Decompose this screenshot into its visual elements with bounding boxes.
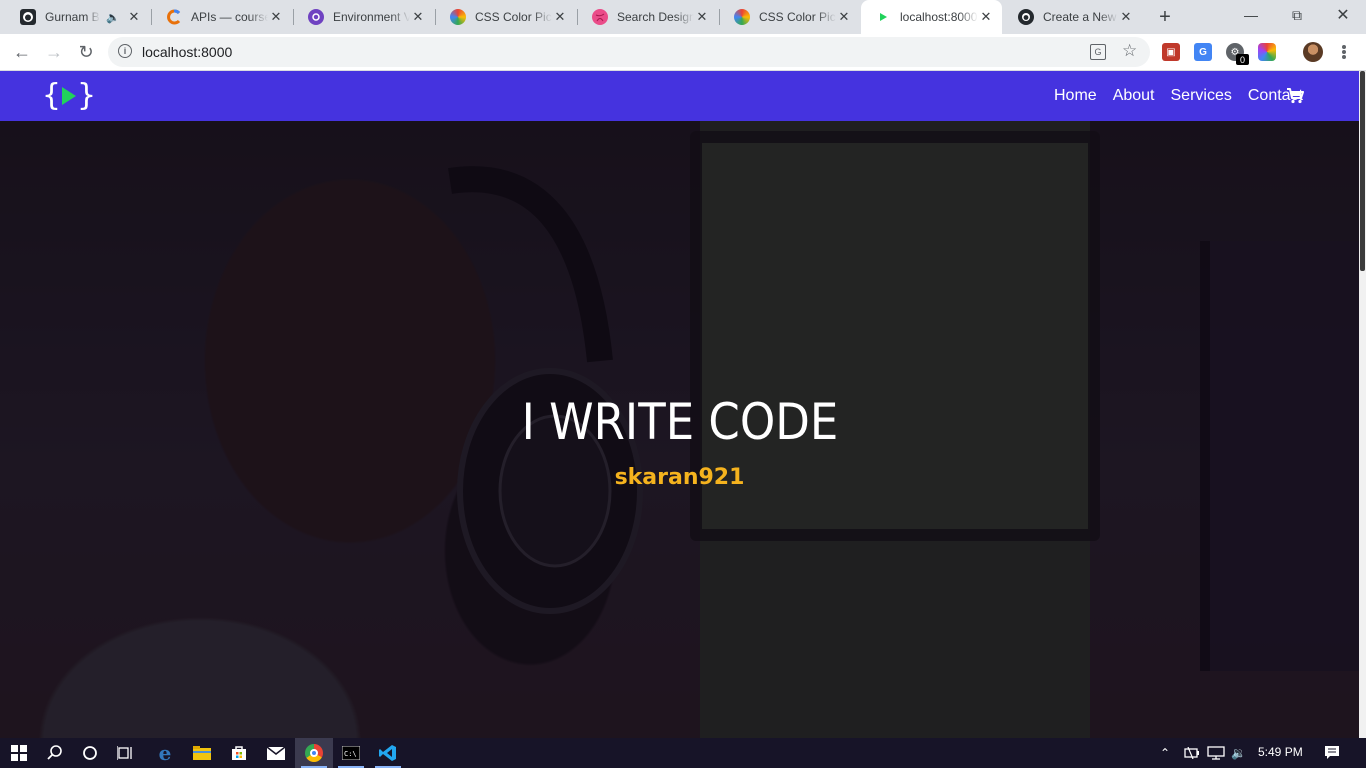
windows-taskbar: e C:\ ⌃ 🔉 5:49 PM xyxy=(0,738,1366,768)
bookmark-star-icon[interactable]: ☆ xyxy=(1122,41,1137,61)
info-icon[interactable]: i xyxy=(118,44,132,58)
tab-title: localhost:8000 xyxy=(900,10,978,24)
notifications-icon[interactable] xyxy=(1324,738,1340,768)
extension-badge: 0 xyxy=(1236,54,1249,65)
dribbble-icon xyxy=(592,9,608,25)
browser-menu-icon[interactable] xyxy=(1334,42,1354,62)
restore-button[interactable]: ⧉ xyxy=(1274,0,1320,30)
close-tab-icon[interactable]: ✕ xyxy=(1118,9,1134,25)
vscode-icon[interactable] xyxy=(369,738,407,768)
browser-tab[interactable]: Create a New ✕ xyxy=(1004,0,1142,34)
nav-link-about[interactable]: About xyxy=(1113,87,1155,105)
minimize-button[interactable]: — xyxy=(1228,0,1274,30)
play-icon xyxy=(62,87,76,105)
cart-icon[interactable] xyxy=(1286,88,1304,104)
browser-tab[interactable]: CSS Color Picke ✕ xyxy=(436,0,576,34)
svg-text:C:\: C:\ xyxy=(344,750,357,758)
store-icon[interactable] xyxy=(220,738,258,768)
browser-tab[interactable]: Gurnam Bha 🔈 ✕ xyxy=(6,0,150,34)
close-tab-icon[interactable]: ✕ xyxy=(978,9,994,25)
mail-icon[interactable] xyxy=(257,738,295,768)
close-tab-icon[interactable]: ✕ xyxy=(268,9,284,25)
translate-extension-icon[interactable]: G xyxy=(1194,43,1212,61)
github-icon xyxy=(20,9,36,25)
hero-text: I WRITE CODE skaran921 xyxy=(0,121,1359,738)
show-hidden-icons[interactable]: ⌃ xyxy=(1160,738,1170,768)
tab-title: Environment V xyxy=(333,10,410,24)
tab-title: Search Designs xyxy=(617,10,694,24)
browser-tab[interactable]: Search Designs ✕ xyxy=(578,0,718,34)
color-wheel-icon xyxy=(450,9,466,25)
windows-start-icon[interactable] xyxy=(0,738,38,768)
github-icon xyxy=(1018,9,1034,25)
tab-title: APIs — course xyxy=(191,10,268,24)
address-url[interactable]: localhost:8000 xyxy=(142,44,232,60)
hero-title: I WRITE CODE xyxy=(521,393,838,451)
hero-section: I WRITE CODE skaran921 xyxy=(0,121,1359,738)
color-picker-extension-icon[interactable] xyxy=(1258,43,1276,61)
edge-icon[interactable]: e xyxy=(146,738,184,768)
task-view-icon[interactable] xyxy=(107,738,145,768)
logo-brace-left: { xyxy=(41,78,61,113)
hero-subtitle: skaran921 xyxy=(614,465,745,490)
speaker-icon[interactable]: 🔈 xyxy=(106,11,120,24)
translate-icon[interactable]: G xyxy=(1090,44,1106,60)
cortana-icon[interactable] xyxy=(71,738,109,768)
tab-title: Gurnam Bha xyxy=(45,10,100,24)
logo-brace-right: } xyxy=(77,78,97,113)
new-tab-button[interactable]: + xyxy=(1154,6,1176,28)
address-bar[interactable]: i localhost:8000 G ☆ xyxy=(108,37,1150,67)
avatar[interactable] xyxy=(1303,42,1323,62)
battery-icon[interactable] xyxy=(1184,738,1200,768)
browser-tab[interactable]: APIs — course ✕ xyxy=(152,0,292,34)
close-tab-icon[interactable]: ✕ xyxy=(126,9,142,25)
site-navbar: { } Home About Services Contact xyxy=(0,71,1359,121)
extension-icon[interactable]: ▣ xyxy=(1162,43,1180,61)
nav-link-home[interactable]: Home xyxy=(1054,87,1097,105)
page-viewport: { } Home About Services Contact I WRITE … xyxy=(0,71,1366,738)
tab-title: CSS Color Picke xyxy=(475,10,552,24)
volume-icon[interactable]: 🔉 xyxy=(1231,738,1246,768)
terminal-icon[interactable]: C:\ xyxy=(332,738,370,768)
close-window-button[interactable]: ✕ xyxy=(1320,0,1366,30)
browser-tab[interactable]: Environment V ✕ xyxy=(294,0,434,34)
search-icon[interactable] xyxy=(36,738,74,768)
taskbar-clock[interactable]: 5:49 PM xyxy=(1258,745,1303,759)
environment-icon xyxy=(308,9,324,25)
chrome-icon[interactable] xyxy=(295,738,333,768)
back-button[interactable]: ← xyxy=(8,38,36,66)
browser-tab-active[interactable]: localhost:8000 ✕ xyxy=(861,0,1002,34)
nav-links: Home About Services Contact xyxy=(1038,71,1303,121)
site-logo[interactable]: { } xyxy=(42,79,96,113)
page-scrollbar[interactable] xyxy=(1359,71,1366,738)
close-tab-icon[interactable]: ✕ xyxy=(410,9,426,25)
nav-link-services[interactable]: Services xyxy=(1171,87,1232,105)
play-icon xyxy=(875,9,891,25)
forward-button[interactable]: → xyxy=(40,38,68,66)
file-explorer-icon[interactable] xyxy=(183,738,221,768)
scrollbar-thumb[interactable] xyxy=(1360,71,1365,271)
close-tab-icon[interactable]: ✕ xyxy=(552,9,568,25)
reload-button[interactable]: ↻ xyxy=(72,38,100,66)
close-tab-icon[interactable]: ✕ xyxy=(694,9,710,25)
color-wheel-icon xyxy=(734,9,750,25)
close-tab-icon[interactable]: ✕ xyxy=(836,9,852,25)
tab-title: Create a New xyxy=(1043,10,1117,24)
tab-title: CSS Color Picke xyxy=(759,10,836,24)
browser-toolbar: ← → ↻ i localhost:8000 G ☆ ▣ G ⚙ xyxy=(0,34,1366,71)
browser-tab-strip: Gurnam Bha 🔈 ✕ APIs — course ✕ Environme… xyxy=(0,0,1366,34)
course-icon xyxy=(166,9,182,25)
browser-tab[interactable]: CSS Color Picke ✕ xyxy=(720,0,860,34)
network-icon[interactable] xyxy=(1207,738,1225,768)
